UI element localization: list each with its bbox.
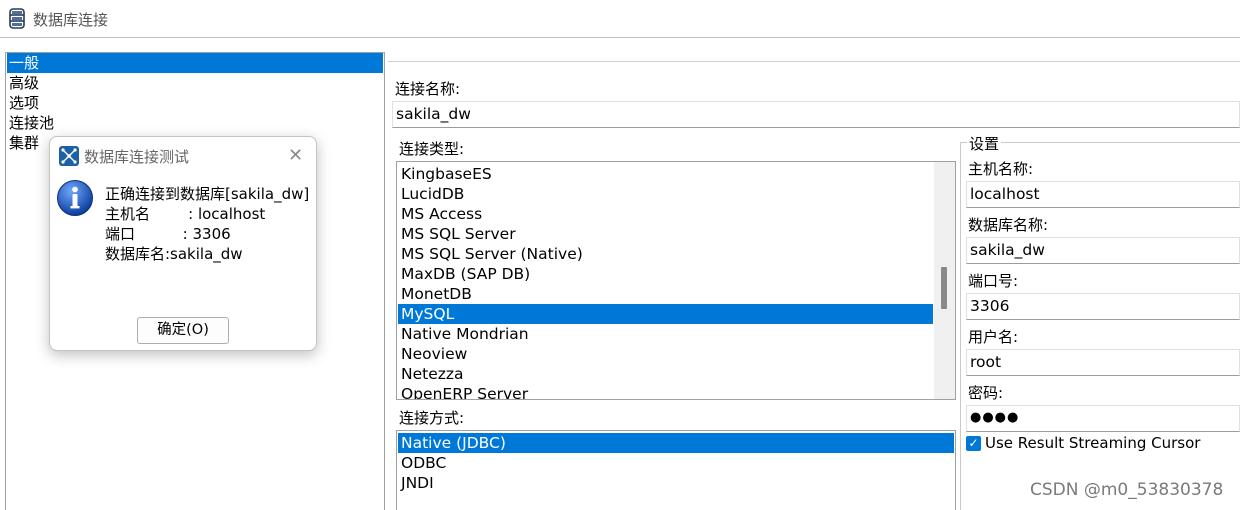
dialog-message-line: 正确连接到数据库[sakila_dw]: [105, 185, 310, 203]
port-label: 端口号:: [968, 272, 1019, 290]
watermark: CSDN @m0_53830378: [1030, 480, 1224, 500]
list-item[interactable]: MonetDB: [398, 284, 933, 304]
database-label: 数据库名称:: [968, 216, 1049, 234]
dialog-message-line: 数据库名:sakila_dw: [105, 245, 243, 263]
list-item-selected[interactable]: Native (JDBC): [398, 433, 954, 453]
connection-name-label: 连接名称:: [395, 80, 461, 98]
port-input[interactable]: 3306: [966, 293, 1240, 320]
list-item[interactable]: MS SQL Server: [398, 224, 933, 244]
dialog-title: 数据库连接测试: [84, 148, 190, 166]
list-item[interactable]: ODBC: [398, 453, 954, 473]
dialog-message-line: 端口 : 3306: [105, 225, 231, 243]
host-input[interactable]: localhost: [966, 181, 1240, 208]
connection-type-list[interactable]: KingbaseES LucidDB MS Access MS SQL Serv…: [396, 161, 956, 400]
list-item[interactable]: Native Mondrian: [398, 324, 933, 344]
title-bar: 数据库连接: [0, 0, 1240, 38]
connection-name-input[interactable]: sakila_dw: [392, 101, 1240, 128]
access-method-list[interactable]: Native (JDBC) ODBC JNDI: [396, 430, 956, 510]
list-item[interactable]: LucidDB: [398, 184, 933, 204]
list-item[interactable]: OpenERP Server: [398, 384, 933, 399]
scrollbar-thumb[interactable]: [941, 267, 947, 309]
list-item[interactable]: KingbaseES: [398, 164, 933, 184]
settings-group-label: 设置: [967, 133, 1002, 154]
info-icon: [57, 180, 93, 216]
connection-test-dialog: 数据库连接测试 ✕ 正确连接到数据库[sakila_dw] 主机名 : loca…: [49, 136, 317, 351]
database-input[interactable]: sakila_dw: [966, 237, 1240, 264]
list-item[interactable]: Neoview: [398, 344, 933, 364]
app-icon: [59, 146, 79, 166]
streaming-checkbox[interactable]: ✓: [966, 436, 981, 451]
list-item[interactable]: MS SQL Server (Native): [398, 244, 933, 264]
list-item[interactable]: JNDI: [398, 473, 954, 493]
password-label: 密码:: [968, 384, 1004, 402]
username-input[interactable]: root: [966, 349, 1240, 376]
database-icon: [9, 8, 25, 29]
password-input[interactable]: ●●●●: [966, 405, 1240, 432]
scrollbar[interactable]: [934, 162, 955, 399]
connection-type-label: 连接类型:: [399, 140, 465, 158]
list-item-selected[interactable]: MySQL: [398, 304, 933, 324]
panel-divider: [388, 61, 1240, 62]
nav-item-advanced[interactable]: 高级: [7, 73, 383, 93]
host-label: 主机名称:: [968, 160, 1034, 178]
close-icon[interactable]: ✕: [288, 147, 303, 165]
window-title: 数据库连接: [33, 11, 109, 29]
access-method-label: 连接方式:: [399, 409, 465, 427]
ok-button[interactable]: 确定(O): [137, 317, 229, 344]
nav-item-options[interactable]: 选项: [7, 93, 383, 113]
nav-item-pooling[interactable]: 连接池: [7, 113, 383, 133]
list-item[interactable]: Netezza: [398, 364, 933, 384]
nav-item-general[interactable]: 一般: [7, 53, 383, 73]
list-item[interactable]: MaxDB (SAP DB): [398, 264, 933, 284]
username-label: 用户名:: [968, 328, 1019, 346]
list-item[interactable]: MS Access: [398, 204, 933, 224]
dialog-message-line: 主机名 : localhost: [105, 205, 266, 223]
streaming-label: Use Result Streaming Cursor: [985, 434, 1201, 452]
